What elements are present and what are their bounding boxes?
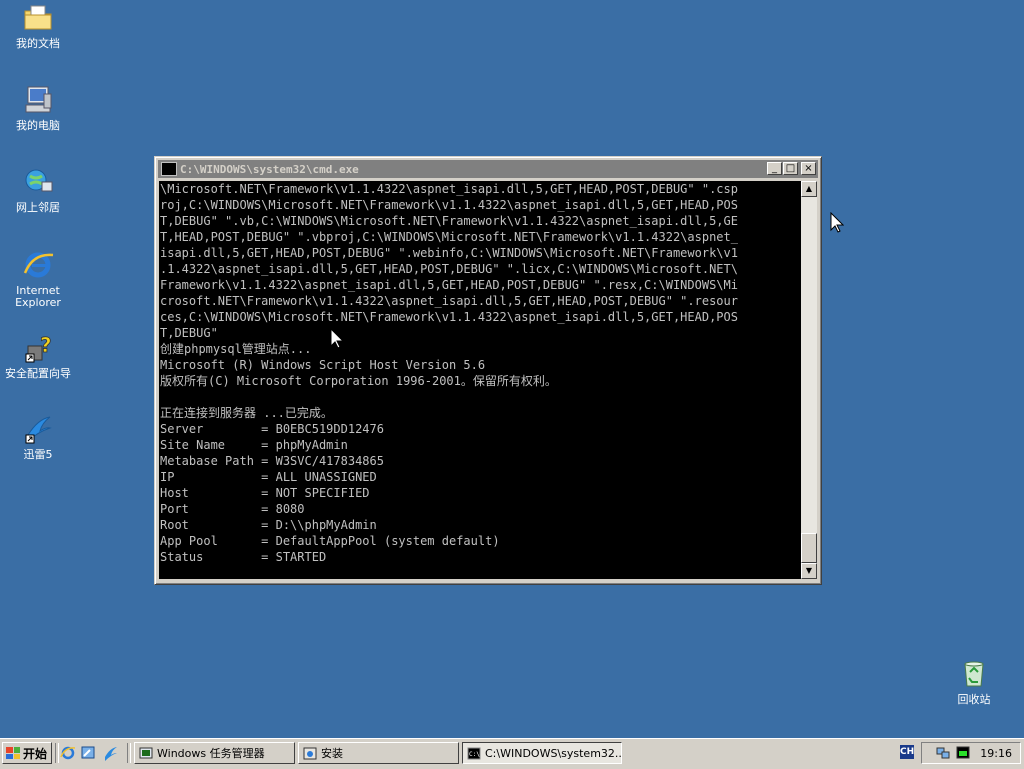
network-tray-icon[interactable]	[936, 746, 950, 760]
close-button[interactable]: ×	[801, 162, 816, 175]
icon-label: 安全配置向导	[5, 367, 71, 380]
security-wizard-icon: ?	[25, 333, 52, 363]
console-line: isapi.dll,5,GET,HEAD,POST,DEBUG" ".webin…	[160, 246, 738, 260]
console-line: IP = ALL UNASSIGNED	[160, 470, 377, 484]
console-line: Server = B0EBC519DD12476	[160, 422, 384, 436]
start-label: 开始	[23, 746, 48, 761]
console-line: 正在连接到服务器 ...已完成。	[160, 406, 333, 420]
icon-label: 迅雷5	[23, 448, 53, 461]
cmd-window[interactable]: C:\WINDOWS\system32\cmd.exe _ □ × \Micro…	[154, 156, 822, 585]
install-icon	[303, 747, 317, 759]
icon-label: 回收站	[957, 693, 991, 706]
console-line: Framework\v1.1.4322\aspnet_isapi.dll,5,G…	[160, 278, 738, 292]
scroll-down-button[interactable]: ▼	[801, 563, 817, 579]
clock[interactable]: 19:16	[980, 747, 1012, 760]
internet-explorer-icon	[23, 252, 54, 278]
maximize-button[interactable]: □	[783, 162, 798, 175]
scroll-up-button[interactable]: ▲	[801, 181, 817, 197]
console-line: Status = STARTED	[160, 550, 327, 564]
console-line: roj,C:\WINDOWS\Microsoft.NET\Framework\v…	[160, 198, 738, 212]
task-label: 安装	[321, 747, 343, 760]
task-label: Windows 任务管理器	[157, 747, 265, 760]
console-line: Metabase Path = W3SVC/417834865	[160, 454, 384, 468]
console-line: Host = NOT SPECIFIED	[160, 486, 370, 500]
icon-label: 网上邻居	[16, 201, 60, 214]
ime-indicator[interactable]: CH	[900, 745, 914, 759]
task-manager-icon	[139, 747, 153, 758]
icon-label: 我的电脑	[16, 119, 60, 132]
window-titlebar[interactable]: C:\WINDOWS\system32\cmd.exe _ □ ×	[158, 160, 818, 178]
console-line: Root = D:\\phpMyAdmin	[160, 518, 377, 532]
task-button-install[interactable]: 安装	[298, 742, 459, 764]
desktop-icon-recycle-bin[interactable]: 回收站	[936, 658, 1012, 706]
desktop-icon-internet-explorer[interactable]: Internet Explorer	[0, 249, 76, 309]
console-line: 版权所有(C) Microsoft Corporation 1996-2001。…	[160, 374, 557, 388]
svg-text:C:\: C:\	[469, 751, 480, 758]
desktop-icon-my-computer[interactable]: 我的电脑	[0, 84, 76, 132]
icon-label: Internet Explorer	[15, 284, 61, 309]
system-tray: CH 19:16	[900, 742, 1021, 764]
console-icon	[161, 162, 177, 176]
desktop-icon-security-wizard[interactable]: ? 安全配置向导	[0, 332, 76, 380]
taskbar-separator	[127, 743, 131, 763]
mouse-cursor-icon	[330, 328, 344, 349]
console-line: App Pool = DefaultAppPool (system defaul…	[160, 534, 500, 548]
window-title: C:\WINDOWS\system32\cmd.exe	[180, 162, 359, 176]
console-line: T,HEAD,POST,DEBUG" ".vbproj,C:\WINDOWS\M…	[160, 230, 738, 244]
taskbar-separator	[55, 743, 59, 763]
vertical-scrollbar[interactable]: ▲ ▼	[801, 181, 817, 579]
console-line: .1.4322\aspnet_isapi.dll,5,GET,HEAD,POST…	[160, 262, 738, 276]
internet-explorer-icon[interactable]	[60, 745, 76, 761]
console-output[interactable]: \Microsoft.NET\Framework\v1.1.4322\aspne…	[159, 181, 802, 579]
console-line: Port = 8080	[160, 502, 305, 516]
console-line: Site Name = phpMyAdmin	[160, 438, 348, 452]
task-button-task-manager[interactable]: Windows 任务管理器	[134, 742, 295, 764]
task-button-cmd[interactable]: C:\ C:\WINDOWS\system32...	[462, 742, 622, 764]
mouse-cursor-icon	[830, 212, 844, 233]
scroll-thumb[interactable]	[801, 533, 817, 563]
xunlei-icon	[25, 416, 52, 444]
console-line: Microsoft (R) Windows Script Host Versio…	[160, 358, 486, 372]
console-line: crosoft.NET\Framework\v1.1.4322\aspnet_i…	[160, 294, 738, 308]
minimize-button[interactable]: _	[767, 162, 782, 175]
recycle-bin-icon	[964, 661, 984, 687]
console-line: 创建phpmysql管理站点...	[160, 342, 312, 356]
svg-text:?: ?	[40, 333, 52, 357]
desktop-icon-my-documents[interactable]: 我的文档	[0, 2, 76, 50]
xunlei-quicklaunch-icon[interactable]	[103, 745, 119, 761]
console-line: T,DEBUG"	[160, 326, 218, 340]
network-icon	[25, 169, 53, 192]
console-line: T,DEBUG" ".vb,C:\WINDOWS\Microsoft.NET\F…	[160, 214, 738, 228]
folder-icon	[24, 5, 52, 30]
icon-label: 我的文档	[16, 37, 60, 50]
console-line: ces,C:\WINDOWS\Microsoft.NET\Framework\v…	[160, 310, 738, 324]
console-line: \Microsoft.NET\Framework\v1.1.4322\aspne…	[160, 182, 738, 196]
windows-logo-icon	[6, 747, 20, 759]
show-desktop-icon[interactable]	[80, 745, 96, 761]
start-button[interactable]: 开始	[2, 742, 52, 764]
task-label: C:\WINDOWS\system32...	[485, 746, 622, 760]
desktop-icon-xunlei[interactable]: 迅雷5	[0, 413, 76, 461]
computer-icon	[25, 86, 52, 113]
monitor-tray-icon[interactable]	[956, 746, 970, 760]
console-icon: C:\	[467, 747, 481, 759]
taskbar: 开始 Windows 任务管理器 安装 C:\ C:\WINDOWS\syste…	[0, 738, 1024, 769]
desktop-icon-network[interactable]: 网上邻居	[0, 166, 76, 214]
